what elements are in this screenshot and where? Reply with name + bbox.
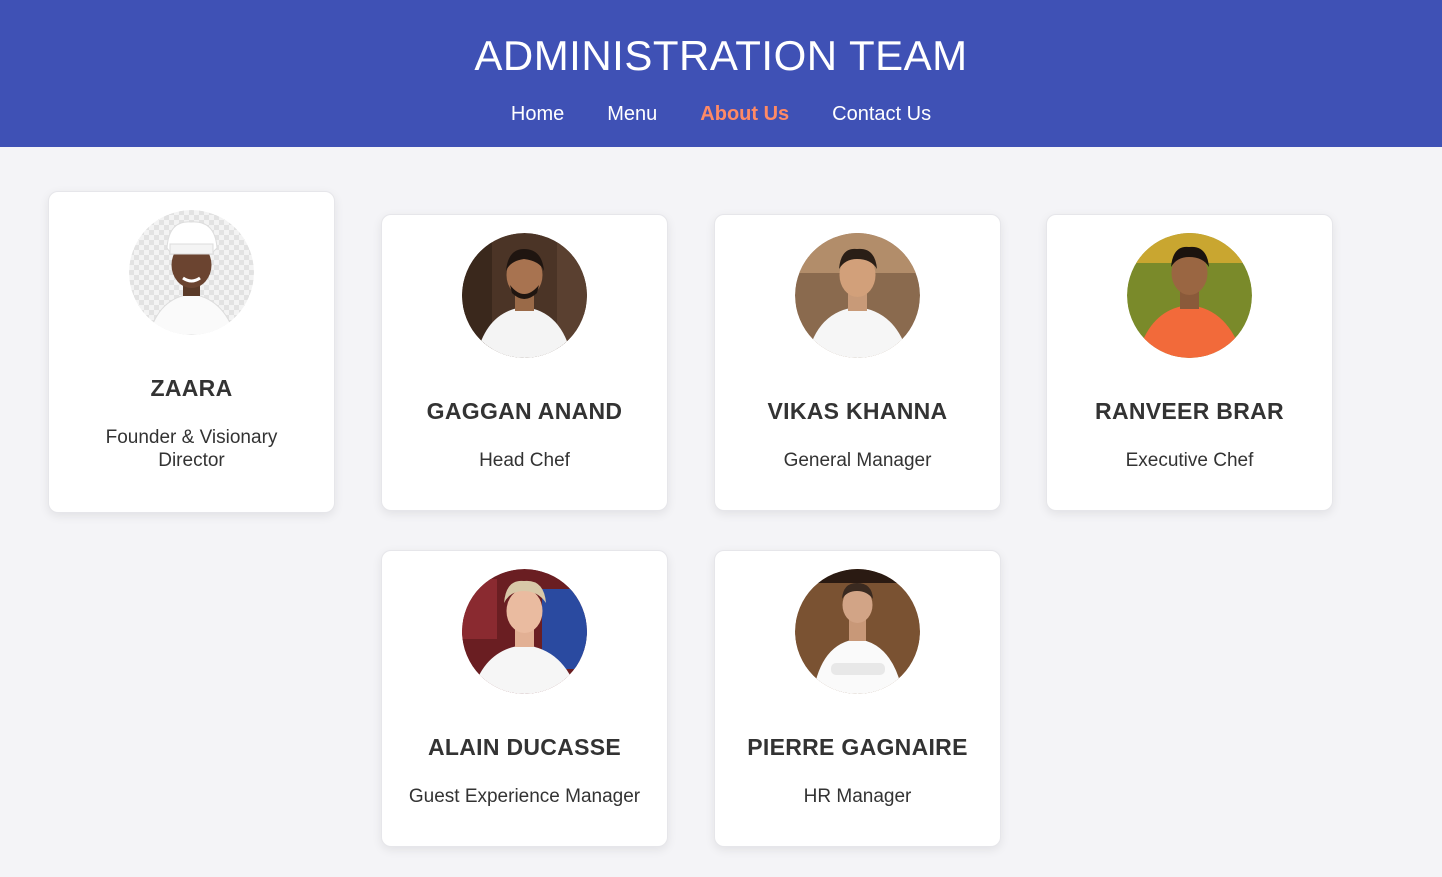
team-card: GAGGAN ANAND Head Chef bbox=[381, 214, 668, 511]
main-nav: Home Menu About Us Contact Us bbox=[0, 94, 1442, 134]
team-card: PIERRE GAGNAIRE HR Manager bbox=[714, 550, 1001, 847]
member-role: Founder & Visionary Director bbox=[105, 427, 278, 471]
member-name: PIERRE GAGNAIRE bbox=[747, 734, 968, 760]
nav-about-us[interactable]: About Us bbox=[700, 94, 789, 134]
page-title: ADMINISTRATION TEAM bbox=[474, 32, 968, 79]
team-card: ALAIN DUCASSE Guest Experience Manager bbox=[381, 550, 668, 847]
chef-avatar bbox=[795, 569, 920, 694]
chef-avatar bbox=[462, 569, 587, 694]
nav-home[interactable]: Home bbox=[511, 94, 564, 134]
member-role: HR Manager bbox=[803, 786, 912, 807]
team-card: ZAARA Founder & Visionary Director bbox=[48, 191, 335, 513]
member-role: General Manager bbox=[783, 450, 932, 471]
chef-avatar bbox=[1127, 233, 1252, 358]
chef-avatar bbox=[795, 233, 920, 358]
member-name: ZAARA bbox=[150, 375, 233, 401]
member-name: ALAIN DUCASSE bbox=[427, 734, 622, 760]
chef-avatar bbox=[462, 233, 587, 358]
team-card: RANVEER BRAR Executive Chef bbox=[1046, 214, 1333, 511]
site-header: ADMINISTRATION TEAM Home Menu About Us C… bbox=[0, 0, 1442, 147]
nav-menu[interactable]: Menu bbox=[607, 94, 657, 134]
member-name: VIKAS KHANNA bbox=[767, 398, 948, 424]
nav-contact-us[interactable]: Contact Us bbox=[832, 94, 931, 134]
member-name: GAGGAN ANAND bbox=[426, 398, 623, 424]
team-card: VIKAS KHANNA General Manager bbox=[714, 214, 1001, 511]
member-role: Head Chef bbox=[479, 450, 570, 471]
member-role: Guest Experience Manager bbox=[408, 786, 641, 807]
member-role: Executive Chef bbox=[1125, 450, 1254, 471]
chef-avatar bbox=[129, 210, 254, 335]
member-name: RANVEER BRAR bbox=[1095, 398, 1284, 424]
